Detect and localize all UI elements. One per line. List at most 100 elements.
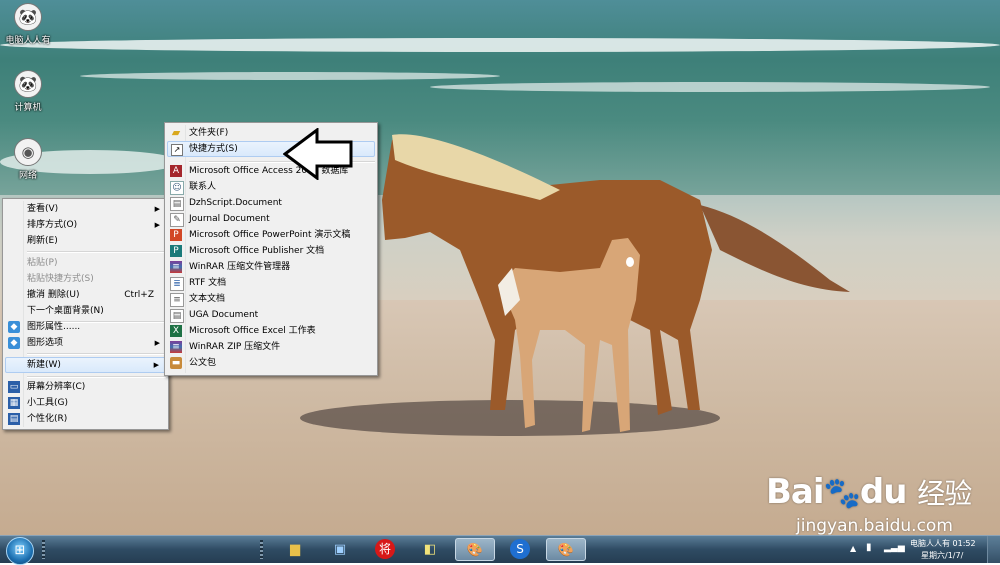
menu-item-label: 下一个桌面背景(N) bbox=[27, 306, 104, 316]
menu-item-personalize[interactable]: ▤ 个性化(R) bbox=[5, 411, 166, 427]
folder-icon: ▰ bbox=[171, 126, 181, 139]
menu-separator bbox=[27, 353, 166, 355]
menu-item-undo-delete[interactable]: 撤消 删除(U) Ctrl+Z bbox=[5, 287, 166, 303]
paint-icon: 🎨 bbox=[557, 543, 575, 558]
menu-item-label: UGA Document bbox=[189, 310, 259, 320]
clock-time[interactable]: 电脑人人有 01:52 bbox=[910, 538, 976, 549]
show-desktop-button[interactable] bbox=[987, 536, 1000, 563]
new-item-powerpoint[interactable]: P Microsoft Office PowerPoint 演示文稿 bbox=[167, 227, 375, 243]
tray-show-hidden-icon[interactable]: ▲ bbox=[850, 544, 856, 553]
new-item-winrar[interactable]: ≡ WinRAR 压缩文件管理器 bbox=[167, 259, 375, 275]
menu-item-label: WinRAR 压缩文件管理器 bbox=[189, 262, 291, 272]
chess-app-icon: 将 bbox=[375, 539, 395, 559]
new-item-text[interactable]: ≡ 文本文档 bbox=[167, 291, 375, 307]
tray-network-icon[interactable]: ▂▃▅ bbox=[884, 543, 905, 553]
menu-item-new[interactable]: 新建(W) ▶ bbox=[5, 357, 166, 373]
menu-item-label: 刷新(E) bbox=[27, 236, 58, 246]
contact-icon: ☺ bbox=[170, 181, 184, 195]
desktop-icon-computer[interactable]: 🐼 计算机 bbox=[2, 70, 54, 113]
taskbar-remote-button[interactable]: ▣ bbox=[320, 538, 360, 561]
computer-icon: 🐼 bbox=[14, 70, 42, 98]
menu-item-label: Microsoft Office PowerPoint 演示文稿 bbox=[189, 230, 351, 240]
menu-item-label: WinRAR ZIP 压缩文件 bbox=[189, 342, 281, 352]
new-item-winrar-zip[interactable]: ≡ WinRAR ZIP 压缩文件 bbox=[167, 339, 375, 355]
new-item-journal[interactable]: ✎ Journal Document bbox=[167, 211, 375, 227]
shortcut-icon: ↗ bbox=[171, 144, 183, 156]
submenu-arrow-icon: ▶ bbox=[154, 339, 160, 347]
sogou-icon: S bbox=[510, 539, 530, 559]
new-item-contact[interactable]: ☺ 联系人 bbox=[167, 179, 375, 195]
rtf-icon: ≣ bbox=[170, 277, 184, 291]
intel-graphics-icon: ◆ bbox=[8, 321, 20, 333]
taskbar-paint-button-2[interactable]: 🎨 bbox=[546, 538, 586, 561]
panda-user-icon: 🐼 bbox=[14, 3, 42, 31]
new-item-briefcase[interactable]: ▬ 公文包 bbox=[167, 355, 375, 371]
menu-item-paste-shortcut[interactable]: 粘贴快捷方式(S) bbox=[5, 271, 166, 287]
desktop-icon-label: 计算机 bbox=[14, 103, 42, 113]
intel-graphics-icon: ◆ bbox=[8, 337, 20, 349]
menu-item-gadgets[interactable]: ▦ 小工具(G) bbox=[5, 395, 166, 411]
menu-item-label: 粘贴快捷方式(S) bbox=[27, 274, 94, 284]
document-icon: ▤ bbox=[170, 197, 184, 211]
remote-desktop-icon: ▣ bbox=[333, 542, 347, 557]
new-item-excel[interactable]: X Microsoft Office Excel 工作表 bbox=[167, 323, 375, 339]
submenu-arrow-icon: ▶ bbox=[153, 361, 159, 369]
gadgets-icon: ▦ bbox=[8, 397, 20, 409]
taskbar-paint-button[interactable]: 🎨 bbox=[455, 538, 495, 561]
personalize-icon: ▤ bbox=[8, 413, 20, 425]
menu-item-sort[interactable]: 排序方式(O) ▶ bbox=[5, 217, 166, 233]
submenu-arrow-icon: ▶ bbox=[154, 221, 160, 229]
menu-item-label: 图形属性...... bbox=[27, 322, 81, 332]
network-icon: ◉ bbox=[14, 138, 42, 166]
desktop-icon-network[interactable]: ◉ 网络 bbox=[2, 138, 54, 181]
menu-item-view[interactable]: 查看(V) ▶ bbox=[5, 201, 166, 217]
menu-item-label: 公文包 bbox=[189, 358, 217, 368]
taskbar-grip[interactable] bbox=[42, 540, 45, 559]
tray-device-icon[interactable]: ▮ bbox=[866, 542, 872, 553]
powerpoint-icon: P bbox=[170, 229, 182, 241]
menu-item-graphics-properties[interactable]: ◆ 图形属性...... bbox=[5, 319, 166, 335]
menu-item-label: 文本文档 bbox=[189, 294, 226, 304]
menu-item-label: RTF 文档 bbox=[189, 278, 227, 288]
baidu-watermark-logo: Bai🐾du 经验 bbox=[766, 472, 972, 512]
new-item-dzhscript[interactable]: ▤ DzhScript.Document bbox=[167, 195, 375, 211]
taskbar-sogou-button[interactable]: S bbox=[500, 538, 540, 561]
new-item-rtf[interactable]: ≣ RTF 文档 bbox=[167, 275, 375, 291]
document-icon: ▤ bbox=[170, 309, 184, 323]
text-file-icon: ≡ bbox=[170, 293, 184, 307]
winrar-icon: ≡ bbox=[170, 261, 182, 273]
baidu-watermark-url: jingyan.baidu.com bbox=[796, 516, 953, 536]
menu-item-refresh[interactable]: 刷新(E) bbox=[5, 233, 166, 249]
menu-item-label: 屏幕分辨率(C) bbox=[27, 382, 86, 392]
excel-icon: X bbox=[170, 325, 182, 337]
explorer-folder-icon: ▆ bbox=[290, 542, 300, 557]
taskbar-notes-button[interactable]: ◧ bbox=[410, 538, 450, 561]
menu-item-label: Microsoft Office Publisher 文档 bbox=[189, 246, 325, 256]
new-item-publisher[interactable]: P Microsoft Office Publisher 文档 bbox=[167, 243, 375, 259]
desktop-icon-user[interactable]: 🐼 电脑人人有 bbox=[2, 3, 54, 46]
new-item-uga[interactable]: ▤ UGA Document bbox=[167, 307, 375, 323]
monitor-icon: ▭ bbox=[8, 381, 20, 393]
taskbar-grip[interactable] bbox=[260, 540, 263, 559]
windows-orb-icon[interactable]: ⊞ bbox=[6, 537, 34, 565]
menu-item-label: 快捷方式(S) bbox=[189, 144, 238, 154]
menu-item-label: 个性化(R) bbox=[27, 414, 68, 424]
publisher-icon: P bbox=[170, 245, 182, 257]
paint-icon: 🎨 bbox=[466, 543, 484, 558]
menu-item-screen-resolution[interactable]: ▭ 屏幕分辨率(C) bbox=[5, 379, 166, 395]
menu-item-label: 联系人 bbox=[189, 182, 217, 192]
menu-item-shortcut: Ctrl+Z bbox=[124, 290, 154, 300]
taskbar-chess-button[interactable]: 将 bbox=[365, 538, 405, 561]
menu-item-graphics-options[interactable]: ◆ 图形选项 ▶ bbox=[5, 335, 166, 351]
taskbar-explorer-button[interactable]: ▆ bbox=[275, 538, 315, 561]
menu-item-label: DzhScript.Document bbox=[189, 198, 282, 208]
desktop-icon-label: 网络 bbox=[18, 171, 37, 181]
menu-item-label: 文件夹(F) bbox=[189, 128, 229, 138]
clock-date[interactable]: 星期六/1/7/ bbox=[921, 550, 963, 561]
notes-icon: ◧ bbox=[423, 542, 437, 557]
menu-item-label: 新建(W) bbox=[27, 360, 61, 370]
submenu-arrow-icon: ▶ bbox=[154, 205, 160, 213]
menu-item-paste[interactable]: 粘贴(P) bbox=[5, 255, 166, 271]
desktop-context-menu: 查看(V) ▶ 排序方式(O) ▶ 刷新(E) 粘贴(P) 粘贴快捷方式(S) … bbox=[2, 198, 169, 430]
menu-item-next-background[interactable]: 下一个桌面背景(N) bbox=[5, 303, 166, 319]
